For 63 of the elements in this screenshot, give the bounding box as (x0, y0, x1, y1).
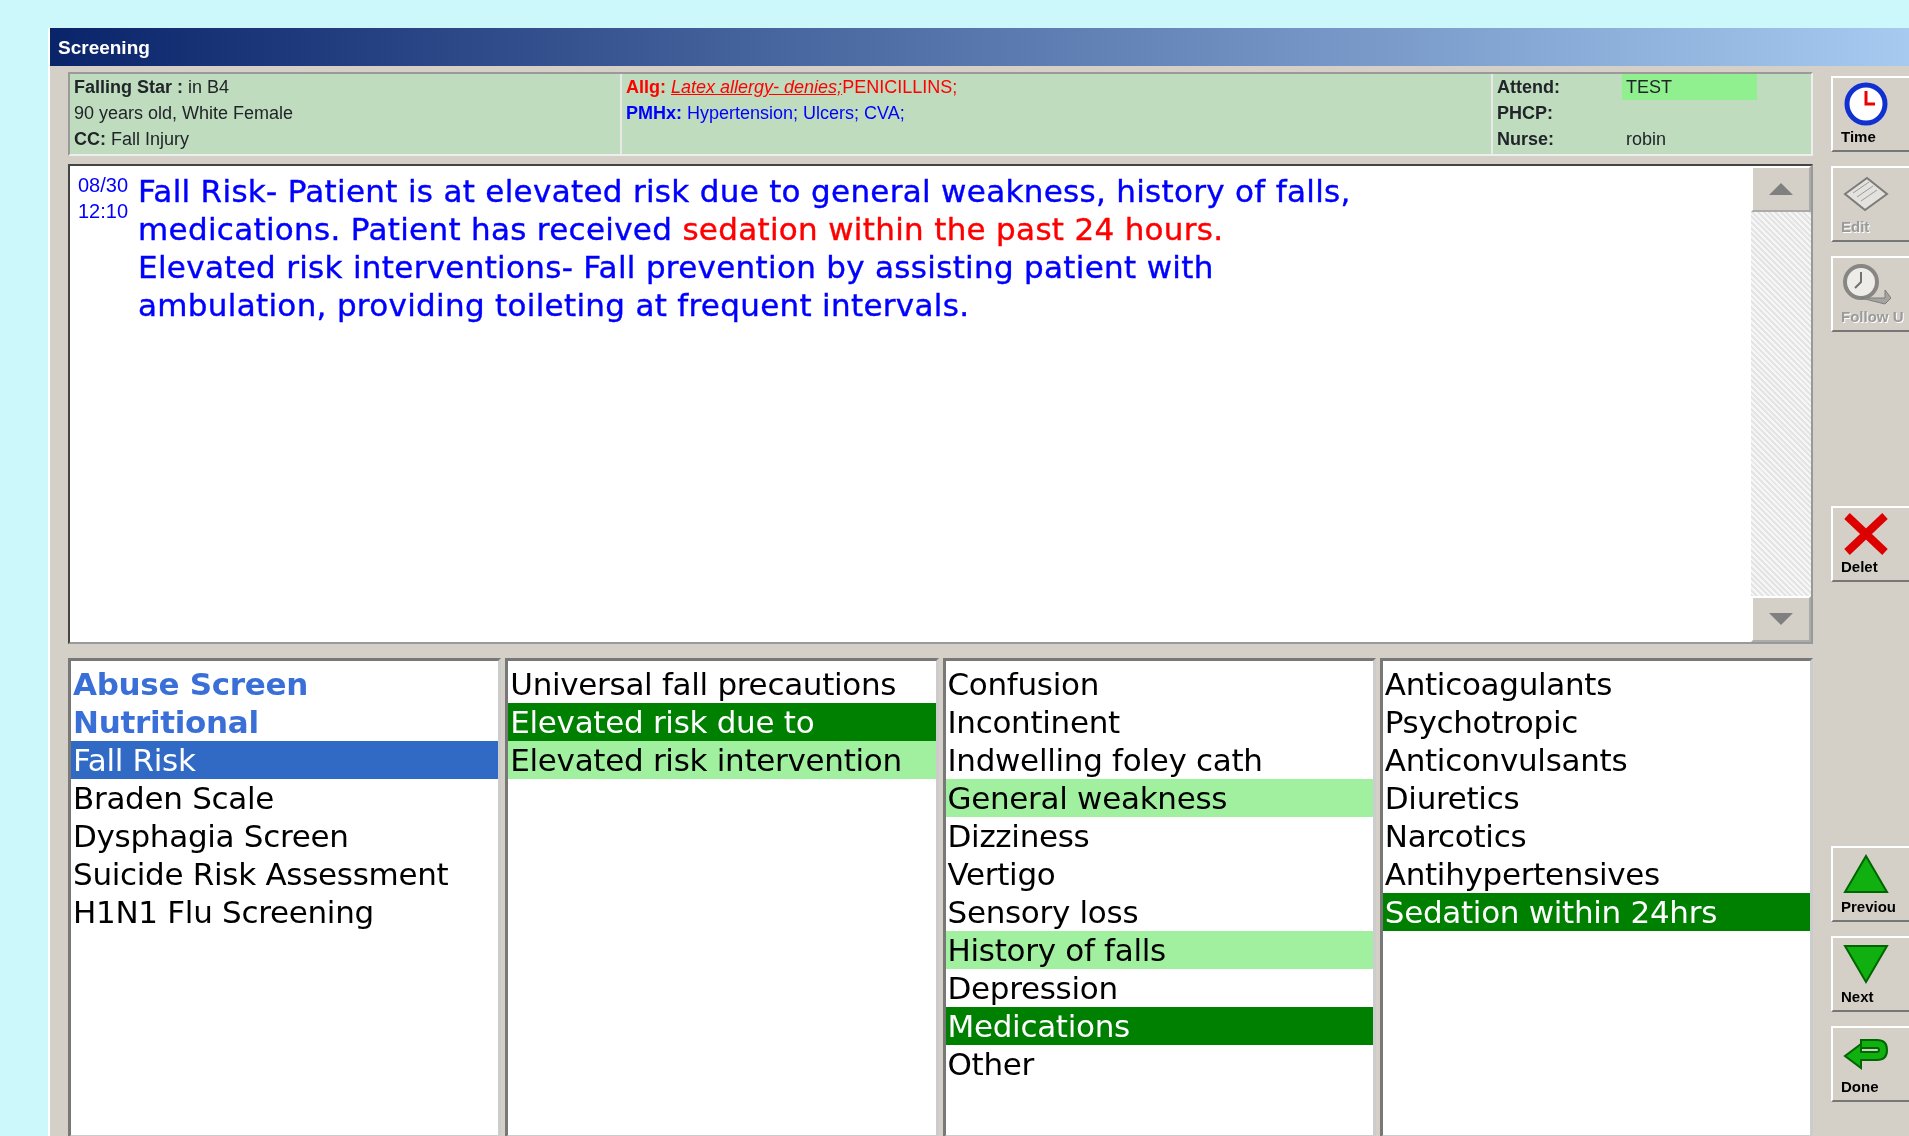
scroll-up-button[interactable] (1751, 166, 1811, 212)
list-item[interactable]: Suicide Risk Assessment (71, 855, 499, 893)
list-item[interactable]: Nutritional (71, 703, 499, 741)
list-item[interactable]: Psychotropic (1382, 703, 1810, 741)
cc-label: CC: (74, 129, 106, 149)
list-item[interactable]: Anticonvulsants (1382, 741, 1810, 779)
note-text: medications. Patient has received (138, 211, 674, 247)
list-item[interactable]: Elevated risk intervention (508, 741, 936, 779)
list-item[interactable]: Universal fall precautions (508, 665, 936, 703)
list-item[interactable]: H1N1 Flu Screening (71, 893, 499, 931)
staff-value: TEST (1622, 74, 1757, 100)
patient-location: in B4 (188, 77, 230, 97)
list-item[interactable]: Incontinent (945, 703, 1373, 741)
chief-complaint: Fall Injury (111, 129, 190, 149)
list-item[interactable]: General weakness (945, 779, 1373, 817)
list-item[interactable]: Indwelling foley cath (945, 741, 1373, 779)
list-item[interactable]: Braden Scale (71, 779, 499, 817)
note-date: 08/30 (78, 173, 129, 198)
list-item[interactable]: Medications (945, 1007, 1373, 1045)
list-item[interactable]: Anticoagulants (1382, 665, 1810, 703)
scroll-down-button[interactable] (1751, 596, 1811, 642)
list-item[interactable]: Dizziness (945, 817, 1373, 855)
list-item[interactable]: Sedation within 24hrs (1382, 893, 1810, 931)
up-arrow-icon (1769, 182, 1793, 196)
list-item[interactable]: History of falls (945, 931, 1373, 969)
history-text: Hypertension; Ulcers; CVA; (687, 103, 905, 123)
staff-label: Attend: (1497, 76, 1561, 99)
up-triangle-icon (1841, 852, 1891, 896)
patient-demographics: 90 years old, White Female (74, 102, 295, 125)
delete-button[interactable]: Delet (1831, 506, 1909, 582)
patient-name: Falling Star : (74, 77, 183, 97)
note-text: sedation within the past 24 hours. (682, 211, 1224, 247)
list-item[interactable]: Depression (945, 969, 1373, 1007)
next-button[interactable]: Next (1831, 936, 1909, 1012)
list-item[interactable]: Confusion (945, 665, 1373, 703)
list-item[interactable]: Dysphagia Screen (71, 817, 499, 855)
note-text: Fall Risk- Patient is at elevated risk due to general weakness, history of falls, (138, 173, 1351, 209)
list-item[interactable]: Sensory loss (945, 893, 1373, 931)
time-button[interactable]: Time (1831, 76, 1909, 152)
list-item[interactable]: Elevated risk due to (508, 703, 936, 741)
allergy-item: Latex allergy- denies; (671, 77, 843, 97)
list-item[interactable]: Diuretics (1382, 779, 1810, 817)
note-text: ambulation, providing toileting at frequent intervals. (138, 287, 970, 323)
window-title: Screening (50, 28, 1909, 66)
previous-button[interactable]: Previou (1831, 846, 1909, 922)
list-item[interactable]: Fall Risk (71, 741, 499, 779)
history-label: PMHx: (626, 103, 682, 123)
list-item[interactable]: Antihypertensives (1382, 855, 1810, 893)
note-time: 12:10 (78, 199, 129, 224)
staff-label: Nurse: (1497, 128, 1555, 151)
clock-arrow-icon (1841, 262, 1891, 306)
staff-value: robin (1625, 128, 1668, 151)
down-arrow-icon (1769, 612, 1793, 626)
allergy-label: Allg: (626, 77, 666, 97)
list-item[interactable]: Narcotics (1382, 817, 1810, 855)
note-text: Elevated risk interventions- Fall prevention by assisting patient with (138, 249, 1214, 285)
staff-label: PHCP: (1497, 102, 1554, 125)
down-triangle-icon (1841, 942, 1891, 986)
allergy-item: PENICILLINS; (842, 77, 958, 97)
list-item[interactable]: Other (945, 1045, 1373, 1083)
done-button[interactable]: Done (1831, 1026, 1909, 1102)
list-item[interactable]: Vertigo (945, 855, 1373, 893)
list-item[interactable]: Abuse Screen (71, 665, 499, 703)
